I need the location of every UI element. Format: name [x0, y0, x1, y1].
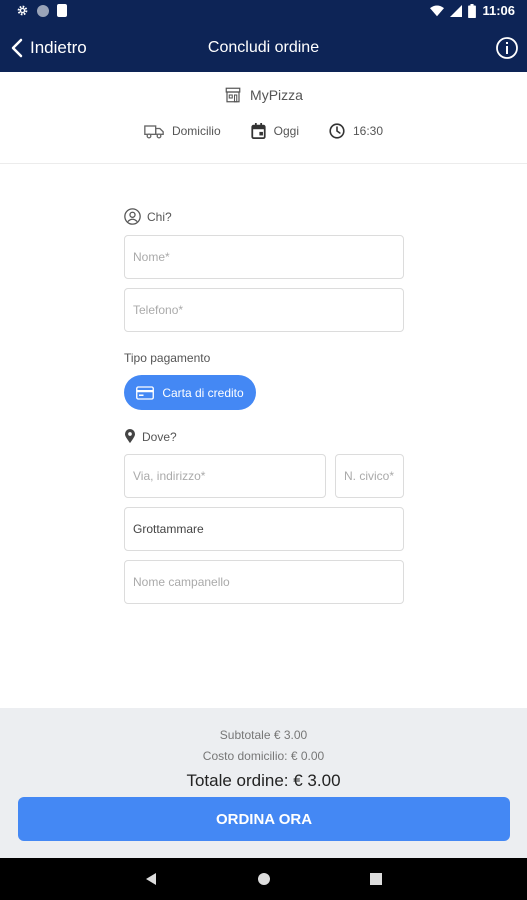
person-icon: [124, 208, 141, 225]
phone-field[interactable]: [124, 288, 404, 332]
status-bar: 11:06: [0, 0, 527, 24]
civic-number-field[interactable]: [335, 454, 404, 498]
nav-home-icon[interactable]: [257, 872, 271, 886]
city-field[interactable]: [124, 507, 404, 551]
payment-credit-card-chip[interactable]: Carta di credito: [124, 375, 256, 410]
order-now-button[interactable]: ORDINA ORA: [18, 797, 510, 841]
signal-icon: [450, 4, 463, 17]
battery-icon: [468, 3, 477, 18]
payment-label: Tipo pagamento: [124, 351, 211, 365]
wifi-icon: [430, 4, 445, 16]
who-label: Chi?: [147, 209, 172, 224]
where-label: Dove?: [142, 429, 177, 444]
nav-back-icon[interactable]: [145, 872, 157, 886]
info-button[interactable]: [495, 36, 519, 60]
subtotal: Subtotale € 3.00: [219, 728, 308, 742]
status-time: 11:06: [482, 3, 515, 18]
clock-icon: [329, 123, 345, 139]
gear-icon: [17, 5, 28, 16]
back-label: Indietro: [30, 38, 87, 57]
nav-recents-icon[interactable]: [370, 873, 382, 885]
name-field[interactable]: [124, 235, 404, 279]
sd-card-icon: [57, 4, 67, 17]
delivery-cost: Costo domicilio: € 0.00: [202, 749, 325, 763]
truck-icon: [144, 125, 164, 139]
who-section-label: Chi?: [124, 208, 172, 225]
circle-icon: [37, 4, 49, 17]
delivery-time: 16:30: [353, 124, 384, 138]
info-icon: [496, 37, 518, 59]
store-name: MyPizza: [250, 87, 303, 103]
chevron-left-icon: [11, 38, 23, 58]
location-pin-icon: [125, 429, 135, 444]
credit-card-icon: [136, 385, 155, 400]
system-nav-bar: [0, 858, 527, 900]
payment-section-label: Tipo pagamento: [124, 351, 210, 365]
payment-option-label: Carta di credito: [162, 385, 244, 400]
calendar-icon: [251, 123, 266, 139]
app-bar: Indietro Concludi ordine: [0, 24, 527, 72]
order-form: Chi? Tipo pagamento Carta di credito Dov…: [0, 165, 527, 708]
back-button[interactable]: Indietro: [10, 24, 87, 72]
order-total: Totale ordine: € 3.00: [186, 771, 341, 790]
store-info: MyPizza Domicilio Oggi 16:30: [0, 72, 527, 164]
delivery-day: Oggi: [273, 124, 299, 138]
doorbell-name-field[interactable]: [124, 560, 404, 604]
address-field[interactable]: [124, 454, 326, 498]
store-icon: [225, 87, 241, 103]
delivery-mode: Domicilio: [171, 124, 221, 138]
where-section-label: Dove?: [124, 429, 177, 444]
